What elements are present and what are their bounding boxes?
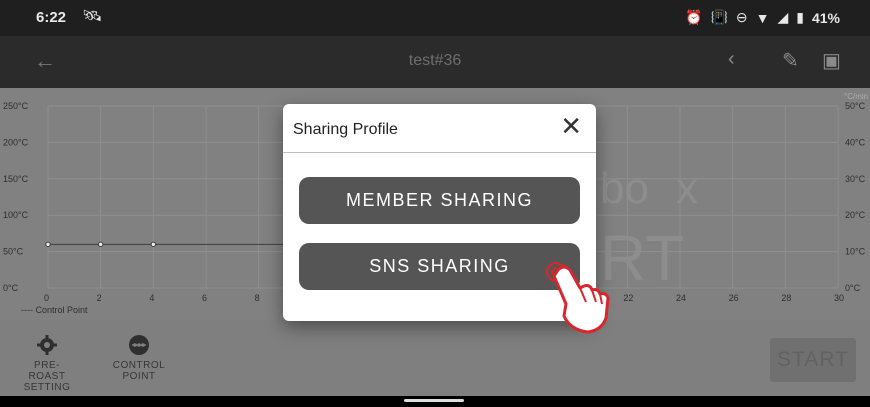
edit-icon[interactable]: ✎ — [782, 48, 799, 73]
vibrate-icon: 📳 — [710, 9, 728, 25]
nav-bar — [0, 396, 870, 407]
home-handle[interactable] — [404, 399, 464, 402]
tap-hand-icon — [546, 262, 610, 334]
battery-percent: 41% — [811, 9, 840, 26]
page-title: test#36 — [408, 52, 462, 69]
dialog-title: Sharing Profile — [293, 121, 398, 138]
wifi-icon: ▼ — [755, 9, 770, 26]
close-icon[interactable]: ✕ — [560, 113, 582, 139]
sns-sharing-button[interactable]: SNS SHARING — [299, 243, 580, 290]
export-icon[interactable]: ▣ — [822, 48, 841, 73]
status-time: 6:22 — [36, 9, 67, 26]
member-sharing-button[interactable]: MEMBER SHARING — [299, 177, 580, 224]
signal-icon: ◢ — [777, 9, 789, 25]
alarm-icon: ⏰ — [685, 9, 703, 25]
status-bar: 6:22 🛰 ⏰ 📳 ⊖ ▼ ◢ ▮ 41% — [0, 0, 870, 36]
dialog-divider — [283, 152, 596, 153]
app-toolbar: ← test#36 ‹ ✎ ▣ — [0, 36, 870, 88]
status-icons: ⏰ 📳 ⊖ ▼ ◢ ▮ 41% — [685, 9, 840, 26]
share-icon[interactable]: ‹ — [728, 48, 735, 71]
satellite-icon: 🛰 — [82, 8, 103, 25]
battery-icon: ▮ — [796, 9, 804, 25]
dnd-icon: ⊖ — [735, 9, 748, 25]
